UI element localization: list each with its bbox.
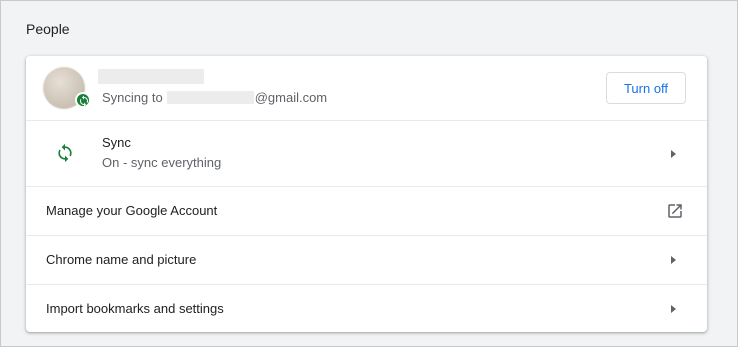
syncing-prefix: Syncing to bbox=[102, 90, 163, 105]
manage-google-account-row[interactable]: Manage your Google Account bbox=[26, 186, 707, 235]
sync-icon bbox=[58, 143, 72, 163]
sync-subtitle: On - sync everything bbox=[102, 155, 222, 170]
chrome-name-picture-row[interactable]: Chrome name and picture bbox=[26, 235, 707, 284]
section-title: People bbox=[26, 21, 70, 37]
account-name-redacted bbox=[98, 69, 204, 84]
import-bookmarks-row[interactable]: Import bookmarks and settings bbox=[26, 284, 707, 332]
chevron-right-icon bbox=[671, 305, 676, 313]
syncing-status: Syncing to @gmail.com bbox=[102, 90, 327, 105]
import-bookmarks-label: Import bookmarks and settings bbox=[46, 301, 224, 316]
turn-off-button[interactable]: Turn off bbox=[606, 72, 686, 104]
chevron-right-icon bbox=[671, 150, 676, 158]
open-in-new-icon bbox=[668, 204, 682, 218]
email-domain: @gmail.com bbox=[254, 90, 328, 105]
sync-row[interactable]: Sync On - sync everything bbox=[26, 120, 707, 186]
chrome-name-picture-label: Chrome name and picture bbox=[46, 252, 197, 267]
chevron-right-icon bbox=[671, 256, 676, 264]
email-redacted bbox=[166, 91, 254, 104]
account-row: Syncing to @gmail.com Turn off bbox=[26, 56, 707, 120]
people-card: Syncing to @gmail.com Turn off Sync On -… bbox=[26, 56, 707, 332]
sync-title: Sync bbox=[102, 135, 131, 150]
sync-status-badge-icon bbox=[75, 92, 91, 108]
manage-account-label: Manage your Google Account bbox=[46, 203, 218, 218]
settings-page: People Syncing to @gmail.com Turn off Sy… bbox=[0, 0, 738, 347]
